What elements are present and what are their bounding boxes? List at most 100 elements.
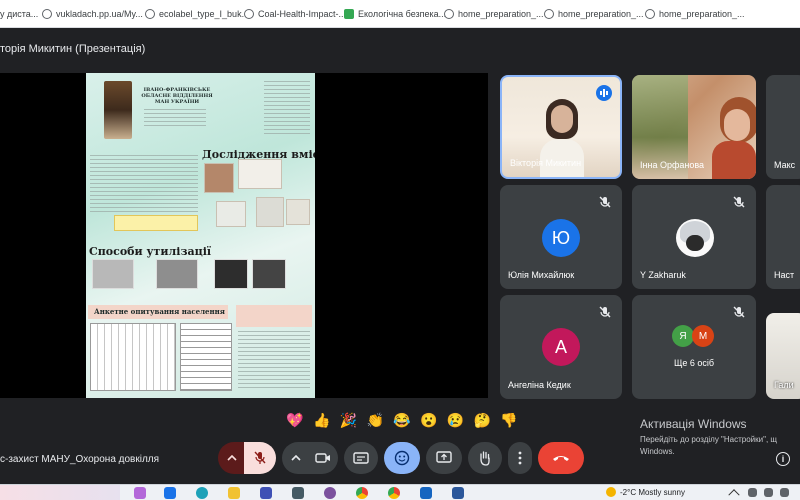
bookmark[interactable]: Екологічна безпека... xyxy=(344,9,446,19)
bookmark[interactable]: home_preparation_... xyxy=(544,9,644,19)
tray-icon[interactable] xyxy=(780,488,789,497)
poster-note xyxy=(114,215,198,231)
app-icon[interactable] xyxy=(260,487,272,499)
bookmark-label: home_preparation_... xyxy=(558,9,644,19)
chevron-up-icon xyxy=(291,455,301,461)
reaction-thinking-button[interactable]: 🤔 xyxy=(471,409,493,431)
app-icon[interactable] xyxy=(164,487,176,499)
meeting-info-button[interactable]: i xyxy=(776,452,790,466)
bookmark[interactable]: home_preparation_... xyxy=(645,9,745,19)
reaction-laugh-button[interactable]: 😂 xyxy=(391,409,413,431)
tray-icon[interactable] xyxy=(764,488,773,497)
app-icon[interactable] xyxy=(134,487,146,499)
app-icon[interactable] xyxy=(420,487,432,499)
avatar: Ю xyxy=(542,219,580,257)
hang-up-icon xyxy=(553,456,569,461)
word-icon[interactable] xyxy=(452,487,464,499)
reactions-bar: 💖 👍 🎉 👏 😂 😮 😢 🤔 👎 xyxy=(284,406,520,434)
poster-slide: ІВАНО-ФРАНКІВСЬКЕ ОБЛАСНЕ ВІДДІЛЕННЯ МАН… xyxy=(86,73,315,398)
poster-image xyxy=(216,201,246,227)
bookmark[interactable]: home_preparation_... xyxy=(444,9,544,19)
bookmark-label: Coal-Health-Impact-... xyxy=(258,9,347,19)
mic-toggle-button[interactable] xyxy=(244,442,276,474)
participant-tile[interactable]: Макс xyxy=(766,75,800,179)
avatar: Я xyxy=(672,325,694,347)
bookmark[interactable]: у диста... xyxy=(0,9,38,19)
camera-toggle-button[interactable] xyxy=(308,442,338,474)
sun-icon xyxy=(606,487,616,497)
participant-tile[interactable]: Гали xyxy=(766,313,800,399)
folder-icon[interactable] xyxy=(228,487,240,499)
bookmark-label: home_preparation_... xyxy=(659,9,745,19)
poster-section-title: Анкетне опитування населення xyxy=(94,307,225,316)
more-options-button[interactable] xyxy=(508,442,532,474)
participant-name: Y Zakharuk xyxy=(640,270,686,280)
raise-hand-button[interactable] xyxy=(468,442,502,474)
weather-text: -2°C Mostly sunny xyxy=(620,487,685,497)
bookmark[interactable]: Coal-Health-Impact-... xyxy=(244,9,346,19)
tray-chevron-icon[interactable] xyxy=(728,489,740,500)
participant-tile[interactable]: Інна Орфанова xyxy=(632,75,756,179)
reaction-heart-button[interactable]: 💖 xyxy=(284,409,306,431)
mic-off-icon xyxy=(254,451,266,464)
participant-name: Інна Орфанова xyxy=(640,160,705,170)
participant-name: Гали xyxy=(774,380,794,390)
audio-options-button[interactable] xyxy=(218,442,246,474)
reaction-clap-button[interactable]: 👏 xyxy=(364,409,386,431)
emoji-reactions-button[interactable] xyxy=(384,442,420,474)
more-participants-tile[interactable]: Я М Ще 6 осіб xyxy=(632,295,756,399)
poster-text-block xyxy=(90,155,198,197)
chrome-icon[interactable] xyxy=(356,487,368,499)
bookmark[interactable]: ecolabel_type_I_buk... xyxy=(145,9,249,19)
participant-tile[interactable]: Вікторія Микитин xyxy=(500,75,622,179)
participant-name: Вікторія Микитин xyxy=(510,158,582,168)
captions-icon xyxy=(353,452,369,464)
edge-icon[interactable] xyxy=(196,487,208,499)
video-options-button[interactable] xyxy=(282,442,310,474)
globe-icon xyxy=(544,9,554,19)
speaking-indicator-icon xyxy=(596,85,612,101)
more-vert-icon xyxy=(518,451,522,465)
poster-text-block xyxy=(144,109,206,127)
avatar: М xyxy=(692,325,714,347)
green-doc-icon xyxy=(344,9,354,19)
present-screen-button[interactable] xyxy=(426,442,462,474)
windows-taskbar: -2°C Mostly sunny xyxy=(0,484,800,500)
participant-tile[interactable]: Наст xyxy=(766,185,800,289)
mic-off-icon xyxy=(599,196,611,208)
present-icon xyxy=(436,451,452,463)
tray-icon[interactable] xyxy=(748,488,757,497)
activation-line: Windows. xyxy=(640,447,675,456)
participant-tile[interactable]: Y Zakharuk xyxy=(632,185,756,289)
weather-widget[interactable]: -2°C Mostly sunny xyxy=(606,487,685,497)
poster-section-title: Способи утилізації xyxy=(89,245,212,258)
reaction-thumbs-up-button[interactable]: 👍 xyxy=(311,409,333,431)
globe-icon xyxy=(244,9,254,19)
reaction-thumbs-down-button[interactable]: 👎 xyxy=(498,409,520,431)
captions-button[interactable] xyxy=(344,442,378,474)
reaction-party-button[interactable]: 🎉 xyxy=(338,409,360,431)
participant-video xyxy=(712,141,756,179)
chrome-icon[interactable] xyxy=(388,487,400,499)
participant-tile[interactable]: Ю Юлія Михайлюк xyxy=(500,185,622,289)
poster-text-block xyxy=(90,199,198,213)
bookmark-label: Екологічна безпека... xyxy=(358,9,447,19)
participant-video xyxy=(724,109,750,141)
emoji-icon xyxy=(394,450,410,466)
poster-image xyxy=(256,197,284,227)
app-icon[interactable] xyxy=(292,487,304,499)
viber-icon[interactable] xyxy=(324,487,336,499)
poster-image xyxy=(204,163,234,193)
mic-off-icon xyxy=(733,306,745,318)
chevron-up-icon xyxy=(227,455,237,461)
bookmark[interactable]: vukladach.pp.ua/My... xyxy=(42,9,143,19)
mic-off-icon xyxy=(599,306,611,318)
reaction-surprised-button[interactable]: 😮 xyxy=(418,409,440,431)
presentation-title: торія Микитин (Презентація) xyxy=(0,43,146,55)
participant-tile[interactable]: А Ангеліна Кедик xyxy=(500,295,622,399)
globe-icon xyxy=(145,9,155,19)
hand-icon xyxy=(480,451,490,466)
leave-call-button[interactable] xyxy=(538,442,584,474)
reaction-sad-button[interactable]: 😢 xyxy=(445,409,467,431)
poster-survey-band xyxy=(236,305,312,327)
